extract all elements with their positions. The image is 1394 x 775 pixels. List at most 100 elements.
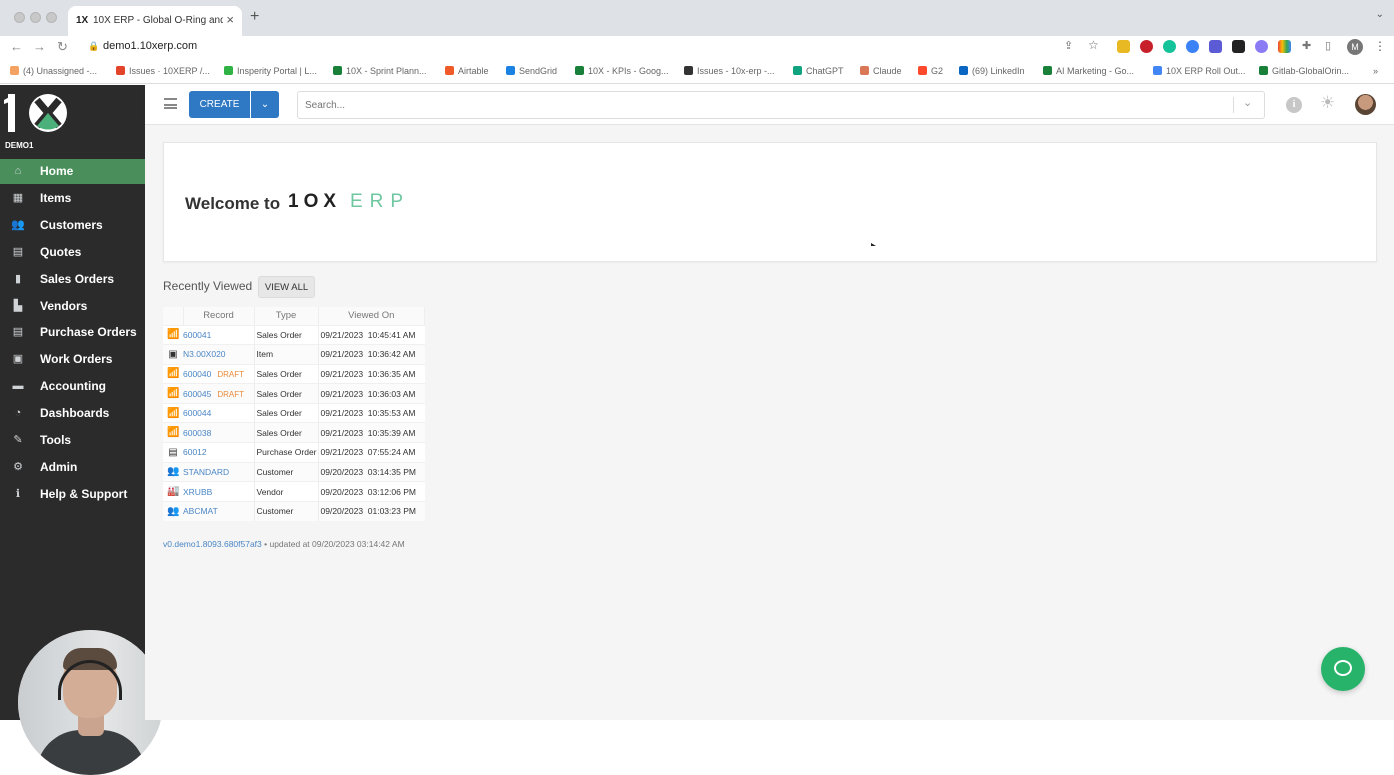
- extension-icon[interactable]: [1209, 40, 1222, 53]
- bookmark-favicon-icon: [506, 66, 515, 75]
- record-link[interactable]: 600045: [183, 389, 211, 399]
- profile-avatar[interactable]: M: [1347, 39, 1363, 55]
- window-close-button[interactable]: [14, 12, 25, 23]
- extension-icon[interactable]: [1186, 40, 1199, 53]
- sidebar-item-admin[interactable]: ⚙ Admin: [0, 455, 145, 480]
- more-menu-icon[interactable]: ⋮: [1374, 39, 1386, 53]
- table-row[interactable]: ▤ 60012 Purchase Order 09/21/2023 07:55:24 …: [163, 442, 425, 463]
- search-input[interactable]: [297, 91, 1265, 119]
- table-cell-icon: ▤: [163, 442, 183, 463]
- menu-icon[interactable]: [164, 98, 177, 109]
- record-link[interactable]: ABCMAT: [183, 506, 218, 516]
- back-icon[interactable]: ←: [10, 39, 23, 54]
- table-row[interactable]: 📶 600040 DRAFT Sales Order 09/21/2023 10:36:…: [163, 363, 425, 384]
- share-icon[interactable]: ⇪: [1064, 39, 1073, 52]
- table-row[interactable]: ▣ N3.00X020 Item 09/21/2023 10:36:42 AM: [163, 344, 425, 365]
- search-chevron-down-icon[interactable]: ⌄: [1243, 96, 1252, 109]
- sidebar-item-label: Accounting: [40, 379, 106, 394]
- table-row[interactable]: 📶 600044 Sales Order 09/21/2023 10:35:53 AM: [163, 402, 425, 423]
- table-row[interactable]: 📶 600041 Sales Order 09/21/2023 10:45:41 AM: [163, 324, 425, 345]
- extensions-puzzle-icon[interactable]: ✚: [1302, 39, 1311, 52]
- sidebar-item-sales-orders[interactable]: ▮ Sales Orders: [0, 267, 145, 292]
- customers-icon: 👥: [11, 218, 25, 231]
- bookmark-item[interactable]: AI Marketing - Go...: [1043, 66, 1134, 76]
- sidebar-item-quotes[interactable]: ▤ Quotes: [0, 240, 145, 265]
- accounting-icon: ▬: [12, 380, 24, 393]
- browser-tab[interactable]: 1X 10X ERP - Global O-Ring and S ×: [68, 6, 242, 36]
- sidebar-item-home[interactable]: ⌂ Home: [0, 159, 145, 184]
- bookmark-item[interactable]: Claude: [860, 66, 902, 76]
- bookmark-item[interactable]: Issues - 10x-erp -...: [684, 66, 775, 76]
- table-header-record[interactable]: Record: [183, 307, 255, 325]
- new-tab-icon[interactable]: +: [250, 8, 259, 26]
- sidebar-item-vendors[interactable]: ▙ Vendors: [0, 294, 145, 319]
- table-cell-type: Sales Order: [253, 383, 318, 404]
- table-row[interactable]: 👥 STANDARD Customer 09/20/2023 03:14:35 PM: [163, 461, 425, 482]
- info-icon[interactable]: i: [1286, 97, 1302, 113]
- table-row[interactable]: 🏭 XRUBB Vendor 09/20/2023 03:12:06 PM: [163, 481, 425, 502]
- extension-icon[interactable]: [1232, 40, 1245, 53]
- table-row[interactable]: 👥 ABCMAT Customer 09/20/2023 01:03:23 PM: [163, 500, 425, 521]
- window-zoom-button[interactable]: [46, 12, 57, 23]
- bookmark-favicon-icon: [918, 66, 927, 75]
- sidebar-item-purchase-orders[interactable]: ▤ Purchase Orders: [0, 320, 145, 345]
- record-link[interactable]: 600040: [183, 369, 211, 379]
- bookmark-item[interactable]: Gitlab-GlobalOrin...: [1259, 66, 1349, 76]
- bookmark-item[interactable]: Issues · 10XERP /...: [116, 66, 210, 76]
- record-link[interactable]: 60012: [183, 447, 207, 457]
- bookmark-label: ChatGPT: [806, 66, 844, 76]
- bookmark-item[interactable]: G2: [918, 66, 943, 76]
- bookmark-item[interactable]: Airtable: [445, 66, 489, 76]
- chat-bubble-icon: [1334, 660, 1352, 676]
- window-minimize-button[interactable]: [30, 12, 41, 23]
- bookmark-item[interactable]: SendGrid: [506, 66, 557, 76]
- tab-search-icon[interactable]: ⌄: [1376, 9, 1384, 20]
- create-dropdown-chevron-icon[interactable]: ⌄: [251, 91, 279, 118]
- bookmark-item[interactable]: (4) Unassigned -...: [10, 66, 97, 76]
- extension-icon[interactable]: [1163, 40, 1176, 53]
- bookmark-item[interactable]: 10X - Sprint Plann...: [333, 66, 427, 76]
- chat-support-button[interactable]: [1321, 647, 1365, 691]
- extension-icon[interactable]: [1117, 40, 1130, 53]
- extension-icon[interactable]: [1140, 40, 1153, 53]
- create-button[interactable]: CREATE: [189, 91, 250, 118]
- sidebar-item-help-support[interactable]: ℹ Help & Support: [0, 482, 145, 507]
- record-link[interactable]: 600044: [183, 408, 211, 418]
- bookmark-star-icon[interactable]: ☆: [1088, 38, 1099, 52]
- sidebar-item-work-orders[interactable]: ▣ Work Orders: [0, 347, 145, 372]
- extension-icon[interactable]: [1278, 40, 1291, 53]
- forward-icon[interactable]: →: [33, 39, 46, 54]
- tab-close-icon[interactable]: ×: [226, 12, 234, 27]
- record-link[interactable]: 600038: [183, 428, 211, 438]
- version-link[interactable]: v0.demo1.8093.680f57af3: [163, 539, 262, 549]
- table-row[interactable]: 📶 600045 DRAFT Sales Order 09/21/2023 10:36:…: [163, 383, 425, 404]
- table-header-type[interactable]: Type: [254, 307, 319, 325]
- view-all-button[interactable]: VIEW ALL: [258, 276, 315, 298]
- extension-icon[interactable]: [1255, 40, 1268, 53]
- bookmark-item[interactable]: (69) LinkedIn: [959, 66, 1025, 76]
- 10x-logo[interactable]: [4, 91, 70, 135]
- webcam-overlay: [18, 630, 163, 775]
- table-header-viewed-on[interactable]: Viewed On: [318, 307, 425, 325]
- address-bar[interactable]: demo1.10xerp.com: [103, 40, 197, 52]
- bookmark-item[interactable]: ChatGPT: [793, 66, 844, 76]
- record-link[interactable]: N3.00X020: [183, 349, 226, 359]
- user-avatar[interactable]: [1355, 94, 1376, 115]
- reload-icon[interactable]: ↻: [57, 39, 68, 55]
- sidebar-item-dashboards[interactable]: ◔ Dashboards: [0, 401, 145, 426]
- side-panel-icon[interactable]: ▯: [1325, 39, 1331, 52]
- table-row[interactable]: 📶 600038 Sales Order 09/21/2023 10:35:39 AM: [163, 422, 425, 443]
- sidebar-item-items[interactable]: ▦ Items: [0, 186, 145, 211]
- theme-toggle-sun-icon[interactable]: ☀: [1320, 93, 1335, 113]
- record-link[interactable]: 600041: [183, 330, 211, 340]
- bookmark-item[interactable]: 10X ERP Roll Out...: [1153, 66, 1245, 76]
- record-link[interactable]: XRUBB: [183, 487, 212, 497]
- bookmark-item[interactable]: Insperity Portal | L...: [224, 66, 317, 76]
- record-link[interactable]: STANDARD: [183, 467, 229, 477]
- sidebar-item-tools[interactable]: ✎ Tools: [0, 428, 145, 453]
- sidebar-item-accounting[interactable]: ▬ Accounting: [0, 374, 145, 399]
- bookmark-item[interactable]: 10X - KPIs - Goog...: [575, 66, 669, 76]
- bookmarks-overflow-icon[interactable]: »: [1373, 66, 1378, 76]
- table-cell-record: STANDARD: [183, 461, 254, 482]
- sidebar-item-customers[interactable]: 👥 Customers: [0, 213, 145, 238]
